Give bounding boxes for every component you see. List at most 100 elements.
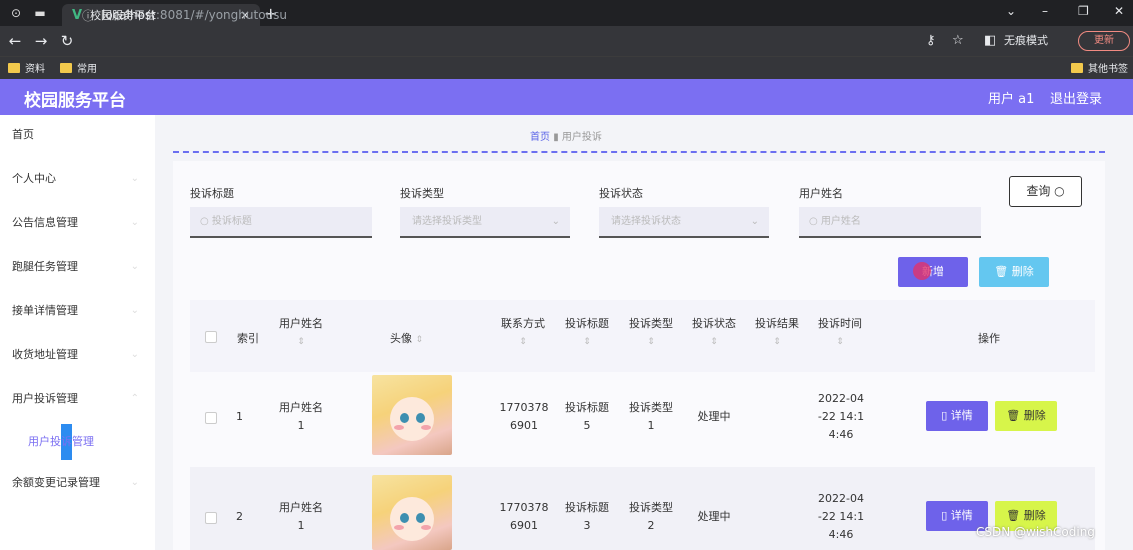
row-delete-button[interactable]: 🗑 删除 bbox=[995, 401, 1057, 431]
search-icon: ○ bbox=[809, 216, 821, 227]
bookmark-folder-2[interactable]: 常用 bbox=[60, 60, 97, 75]
row-checkbox[interactable] bbox=[205, 412, 217, 424]
row-checkbox[interactable] bbox=[205, 512, 217, 524]
sidebar-item-label: 余额变更记录管理 bbox=[12, 476, 100, 489]
type-select[interactable]: 请选择投诉类型 ⌄ bbox=[400, 207, 570, 238]
add-button[interactable]: 新增 bbox=[898, 257, 968, 287]
column-header[interactable]: 投诉状态 ⇕ bbox=[689, 315, 739, 347]
cell-status: 处理中 bbox=[697, 410, 731, 423]
column-header[interactable]: 投诉类型 ⇕ bbox=[626, 315, 676, 347]
column-header[interactable]: 投诉结果 ⇕ bbox=[752, 315, 802, 347]
chevron-down-icon[interactable]: ⌄ bbox=[1006, 4, 1016, 18]
column-header[interactable]: 头像 ⇕ bbox=[390, 330, 423, 346]
select-all-checkbox[interactable] bbox=[205, 331, 217, 343]
cell-time: 2022-04 -22 14:1 4:46 bbox=[817, 392, 865, 441]
minimize-icon[interactable]: – bbox=[1042, 4, 1048, 18]
sidebar-item-notices[interactable]: 公告信息管理 ⌄ bbox=[0, 203, 155, 247]
sort-icon[interactable]: ⇕ bbox=[626, 337, 676, 347]
sort-icon[interactable]: ⇕ bbox=[815, 337, 865, 347]
logout-link[interactable]: 退出登录 bbox=[1050, 88, 1102, 107]
status-select[interactable]: 请选择投诉状态 ⌄ bbox=[599, 207, 769, 238]
sort-icon[interactable]: ⇕ bbox=[689, 337, 739, 347]
cell-time: 2022-04 -22 14:1 4:46 bbox=[817, 492, 865, 541]
update-button[interactable]: 更新 bbox=[1078, 31, 1130, 51]
forward-icon[interactable]: → bbox=[28, 32, 54, 50]
tab-search-icon[interactable]: ▬ bbox=[32, 5, 48, 21]
other-bookmarks[interactable]: 其他书签 bbox=[1071, 60, 1128, 75]
detail-button[interactable]: ▯ 详情 bbox=[926, 401, 988, 431]
app-header: 校园服务平台 用户 a1 退出登录 bbox=[0, 79, 1133, 115]
sidebar-item-balance[interactable]: 余额变更记录管理 ⌄ bbox=[0, 463, 155, 507]
breadcrumb-current: 用户投诉 bbox=[561, 132, 602, 143]
sidebar-item-home[interactable]: 首页 bbox=[0, 115, 155, 159]
sort-icon[interactable]: ⇕ bbox=[562, 337, 612, 347]
incognito-label: 无痕模式 bbox=[1004, 34, 1048, 47]
avatar-eye bbox=[400, 413, 409, 423]
sort-icon[interactable]: ⇕ bbox=[499, 337, 547, 347]
bookmark-label: 常用 bbox=[77, 64, 97, 75]
reload-icon[interactable]: ↻ bbox=[54, 32, 80, 50]
search-icon: ○ bbox=[200, 216, 212, 227]
url-field[interactable]: ⓘ localhost:8081/#/yonghutousu bbox=[82, 5, 982, 25]
cell-index: 2 bbox=[236, 510, 243, 523]
sidebar-item-address[interactable]: 收货地址管理 ⌄ bbox=[0, 335, 155, 379]
chevron-icon: ⌃ bbox=[130, 393, 139, 404]
url-host: localhost bbox=[102, 8, 156, 22]
bookmark-folder-1[interactable]: 资料 bbox=[8, 60, 45, 75]
bookmarks-bar bbox=[0, 56, 1133, 79]
chevron-icon: ⌄ bbox=[130, 349, 139, 360]
column-header-label: 投诉标题 bbox=[565, 317, 609, 330]
user-name[interactable]: 用户 a1 bbox=[988, 88, 1034, 107]
trash-icon: 🗑 bbox=[994, 265, 1012, 278]
column-header-label: 投诉结果 bbox=[755, 317, 799, 330]
column-header[interactable]: 投诉时间 ⇕ bbox=[815, 315, 865, 347]
cell-name: 用户姓名 1 bbox=[279, 501, 323, 532]
filter-label-type: 投诉类型 bbox=[400, 187, 444, 200]
sidebar-item-orders[interactable]: 接单详情管理 ⌄ bbox=[0, 291, 155, 335]
breadcrumb-home[interactable]: 首页 bbox=[530, 132, 550, 143]
cell-name: 用户姓名 1 bbox=[279, 401, 323, 432]
delete-button-label: 删除 bbox=[1023, 509, 1046, 522]
sidebar-item-label: 首页 bbox=[12, 128, 34, 141]
sidebar-toggle-icon[interactable]: ◧ bbox=[984, 33, 996, 48]
browser-menu-icon[interactable]: ⊙ bbox=[8, 5, 24, 21]
filter-label-name: 用户姓名 bbox=[799, 187, 843, 200]
chevron-icon: ⌄ bbox=[130, 217, 139, 228]
name-search-input[interactable]: ○ 用户姓名 bbox=[799, 207, 981, 238]
back-icon[interactable]: ← bbox=[2, 32, 28, 50]
avatar-blush bbox=[394, 525, 404, 530]
sidebar-item-complaints[interactable]: 用户投诉管理 ⌃ bbox=[0, 379, 155, 423]
divider bbox=[173, 151, 1105, 153]
column-header: 索引 bbox=[237, 332, 259, 345]
sidebar-item-profile[interactable]: 个人中心 ⌄ bbox=[0, 159, 155, 203]
trash-icon: 🗑 bbox=[1006, 409, 1024, 422]
cell-title: 投诉标题 5 bbox=[565, 401, 609, 432]
sort-icon[interactable]: ⇕ bbox=[752, 337, 802, 347]
sidebar-item-label: 跑腿任务管理 bbox=[12, 260, 78, 273]
avatar-eye bbox=[416, 513, 425, 523]
avatar-eye bbox=[400, 513, 409, 523]
maximize-icon[interactable]: ❐ bbox=[1078, 4, 1089, 18]
sort-icon[interactable]: ⇕ bbox=[276, 337, 326, 347]
sidebar-item-errands[interactable]: 跑腿任务管理 ⌄ bbox=[0, 247, 155, 291]
bookmark-label: 资料 bbox=[25, 64, 45, 75]
search-button[interactable]: 查询 ○ bbox=[1009, 176, 1082, 207]
title-search-input[interactable]: ○ 投诉标题 bbox=[190, 207, 372, 238]
chevron-icon: ⌄ bbox=[130, 305, 139, 316]
site-info-icon[interactable]: ⓘ bbox=[82, 7, 94, 24]
column-header[interactable]: 投诉标题 ⇕ bbox=[562, 315, 612, 347]
key-icon[interactable]: ⚷ bbox=[926, 33, 936, 48]
star-icon[interactable]: ☆ bbox=[952, 33, 964, 48]
batch-delete-button[interactable]: 🗑 删除 bbox=[979, 257, 1049, 287]
sidebar-subitem-complaints[interactable]: 用户投诉管理 bbox=[28, 433, 94, 449]
sort-icon[interactable]: ⇕ bbox=[416, 335, 424, 345]
detail-button-label: 详情 bbox=[950, 409, 973, 422]
placeholder: 请选择投诉类型 bbox=[412, 216, 482, 227]
avatar-blush bbox=[421, 425, 431, 430]
column-header[interactable]: 用户姓名 ⇕ bbox=[276, 315, 326, 347]
chevron-icon: ⌄ bbox=[130, 261, 139, 272]
column-header[interactable]: 联系方式 ⇕ bbox=[499, 315, 547, 347]
mouse-cursor bbox=[913, 262, 931, 280]
close-window-icon[interactable]: ✕ bbox=[1114, 4, 1124, 18]
sidebar-item-label: 用户投诉管理 bbox=[12, 392, 78, 405]
